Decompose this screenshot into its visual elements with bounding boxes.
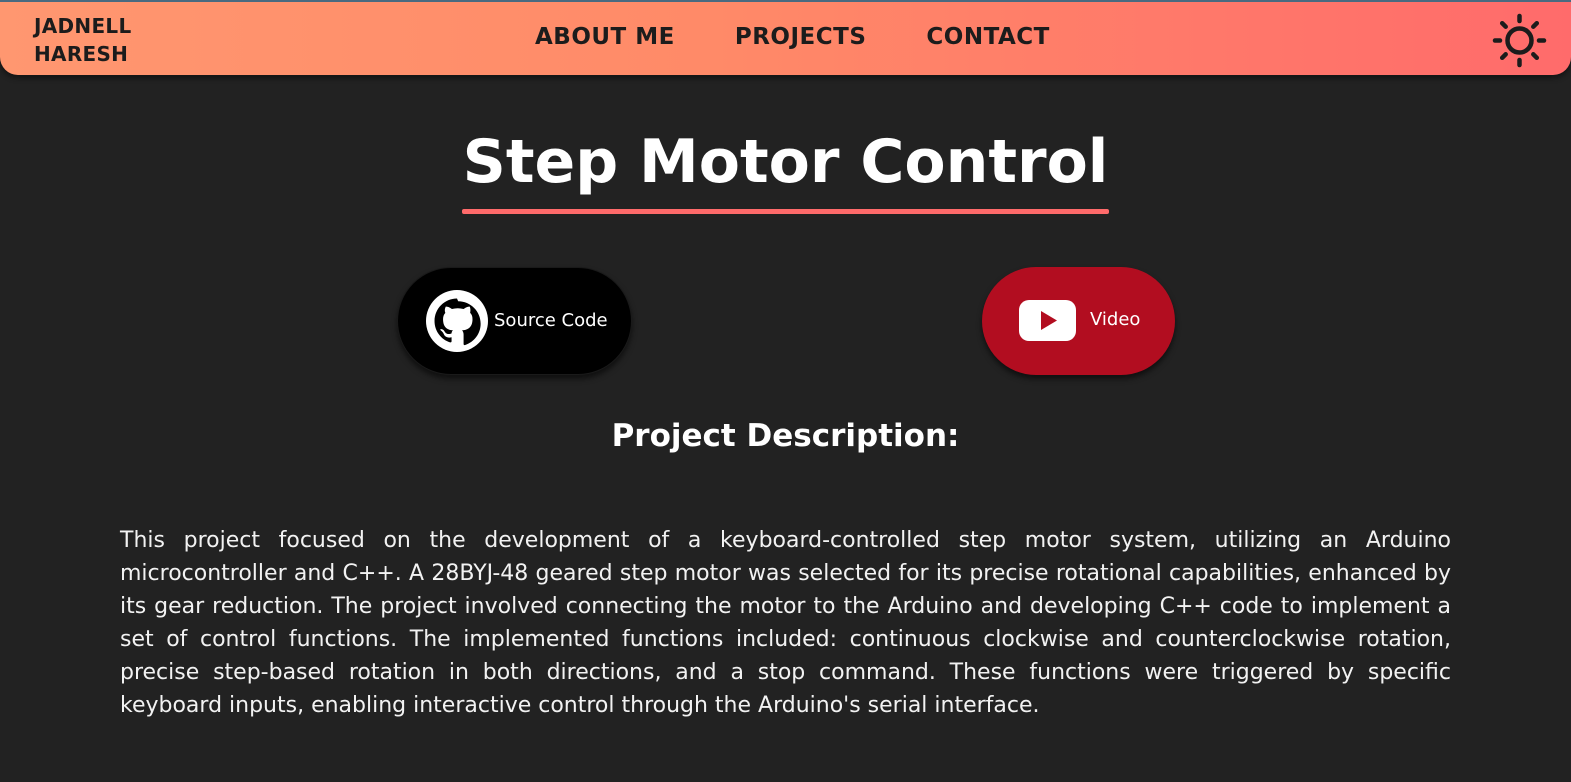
youtube-icon	[1019, 300, 1076, 341]
theme-toggle-button[interactable]	[1492, 13, 1547, 68]
top-navbar: JADNELL HARESH ABOUT ME PROJECTS CONTACT	[0, 0, 1571, 75]
github-icon	[426, 290, 488, 352]
brand-name[interactable]: JADNELL HARESH	[34, 12, 154, 68]
sun-icon	[1492, 13, 1547, 68]
nav-link-about-me[interactable]: ABOUT ME	[535, 24, 675, 50]
source-code-label: Source Code	[494, 310, 608, 331]
nav-link-projects[interactable]: PROJECTS	[735, 24, 867, 50]
brand-first-name: JADNELL	[34, 14, 132, 38]
title-underline	[462, 209, 1109, 214]
nav-link-contact[interactable]: CONTACT	[926, 24, 1049, 50]
source-code-button[interactable]: Source Code	[397, 267, 632, 375]
page-title: Step Motor Control	[462, 127, 1109, 197]
brand-last-name: HARESH	[34, 42, 129, 66]
video-label: Video	[1090, 309, 1141, 330]
video-button[interactable]: Video	[982, 267, 1175, 375]
description-heading: Project Description:	[611, 418, 960, 454]
project-description: This project focused on the development …	[120, 528, 1451, 718]
nav-links: ABOUT ME PROJECTS CONTACT	[535, 24, 1050, 50]
